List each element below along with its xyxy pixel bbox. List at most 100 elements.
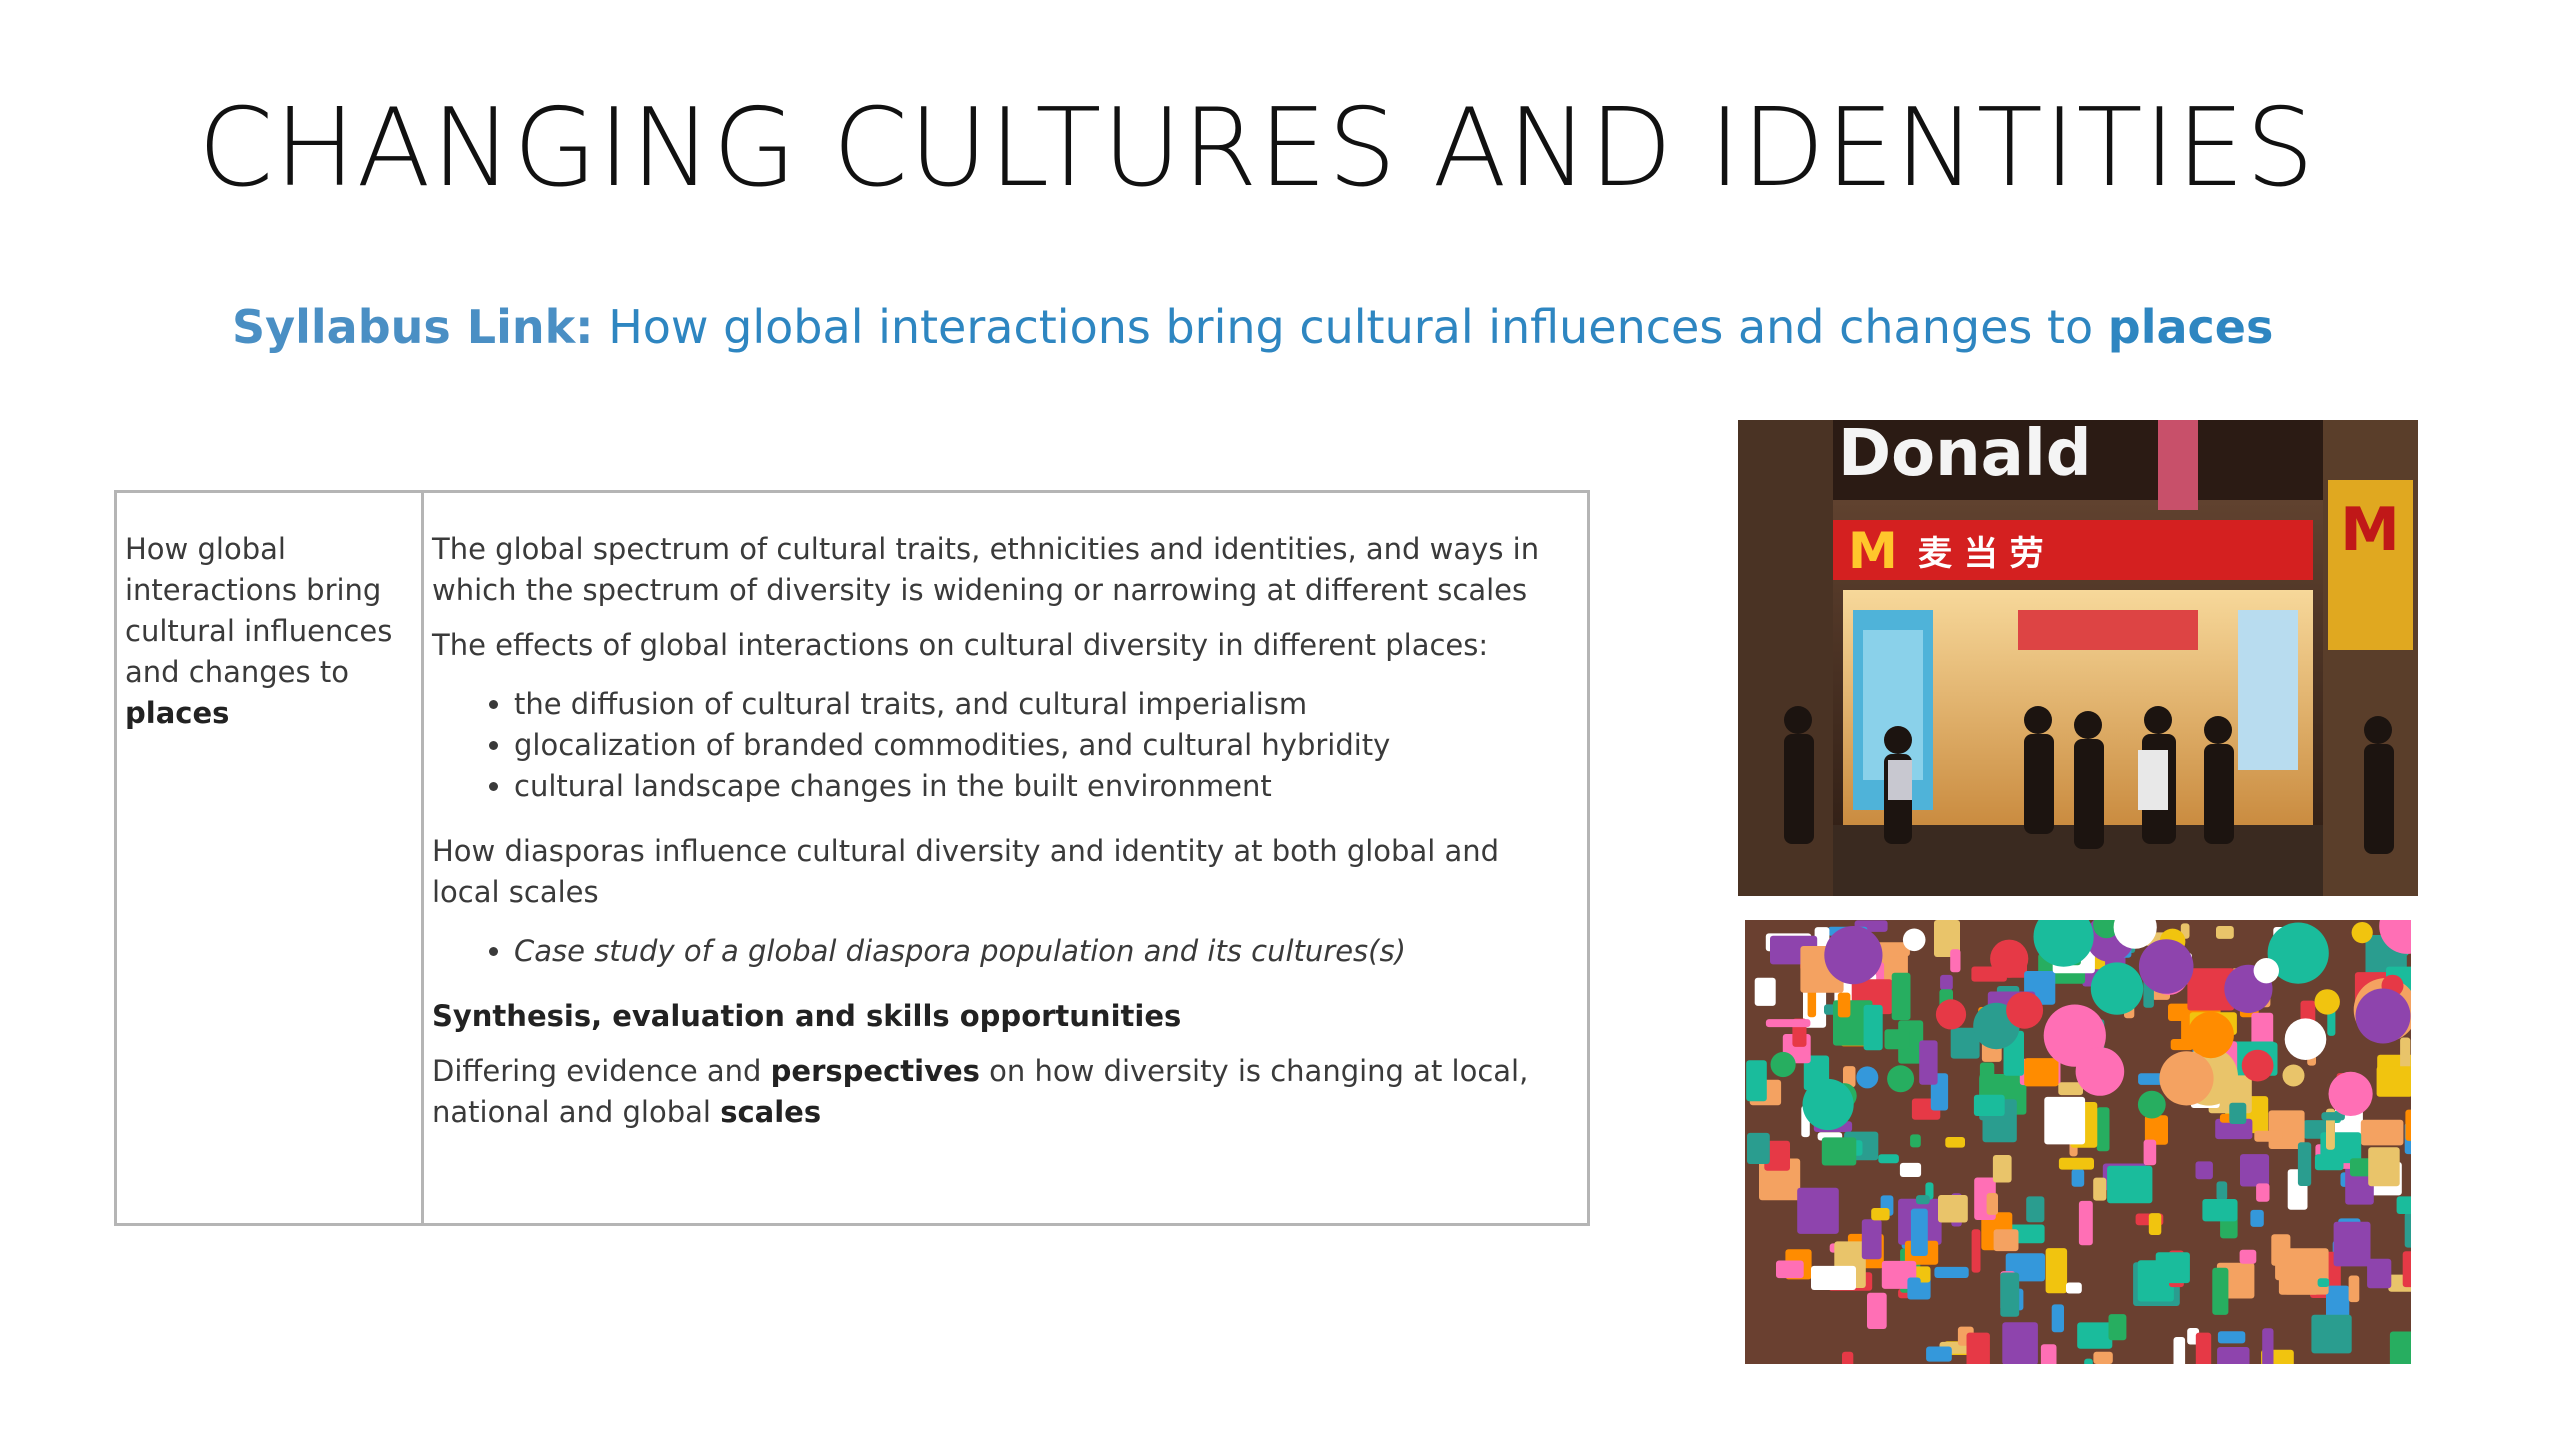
market-texture-patch xyxy=(1986,1193,1998,1215)
market-texture-patch xyxy=(1837,992,1851,1018)
market-texture-patch xyxy=(2217,1347,2250,1364)
bullet-list: Case study of a global diaspora populati… xyxy=(432,931,1557,972)
market-texture-patch xyxy=(1916,1195,1930,1205)
hanging-bag xyxy=(2138,939,2194,994)
hanging-bag xyxy=(1770,1051,1796,1078)
hanging-bag xyxy=(2006,991,2044,1029)
hanging-bag xyxy=(2241,1049,2274,1082)
hanging-bag xyxy=(2159,1051,2214,1106)
chinese-sign-text: 麦 当 劳 xyxy=(1918,534,2044,574)
hanging-bag xyxy=(2284,1018,2327,1060)
market-texture-patch xyxy=(2155,1252,2190,1284)
market-texture-patch xyxy=(2148,1213,2162,1235)
list-item: Case study of a global diaspora populati… xyxy=(514,931,1557,972)
market-texture-patch xyxy=(1838,1253,1860,1263)
hanging-bag xyxy=(1902,928,1926,952)
market-texture-patch xyxy=(1754,977,1776,1006)
hanging-bag xyxy=(2351,922,2373,944)
market-texture-patch xyxy=(2262,1328,2274,1364)
market-texture-patch xyxy=(2404,1212,2411,1248)
market-texture-patch xyxy=(1867,1292,1887,1329)
market-texture-patch xyxy=(1747,1132,1770,1164)
market-texture-patch xyxy=(2275,1246,2285,1281)
market-texture-patch xyxy=(2195,1332,2212,1364)
market-texture-patch xyxy=(2239,1249,2257,1264)
hanging-bag xyxy=(2328,1071,2373,1116)
hanging-bag xyxy=(2187,1011,2234,1059)
syllabus-table: How global interactions bring cultural i… xyxy=(114,490,1590,1226)
market-texture-patch xyxy=(1878,1154,1899,1164)
market-texture-patch xyxy=(1934,1266,1969,1278)
market-texture-patch xyxy=(1940,974,1953,991)
hanging-bag xyxy=(2090,962,2144,1015)
market-texture-patch xyxy=(2240,1154,2270,1187)
market-texture-patch xyxy=(2297,1142,2312,1186)
market-texture-patch xyxy=(2402,1251,2411,1288)
market-texture-patch xyxy=(2348,1275,2360,1303)
topic-line: interactions bring xyxy=(125,573,382,607)
market-texture-patch xyxy=(1910,1134,1921,1148)
market-texture-patch xyxy=(1945,1137,1965,1148)
market-texture-patch xyxy=(2333,1221,2371,1267)
market-texture-patch xyxy=(2317,1278,2330,1287)
section-heading: Synthesis, evaluation and skills opportu… xyxy=(432,999,1182,1033)
market-texture-patch xyxy=(2045,1248,2068,1294)
market-texture-patch xyxy=(1950,949,1961,973)
market-texture-patch xyxy=(1971,1229,1981,1273)
market-texture-patch xyxy=(1919,1040,1938,1085)
market-texture-patch xyxy=(2107,1165,2153,1204)
svg-text:M: M xyxy=(2340,495,2400,565)
market-texture-patch xyxy=(2396,1196,2411,1214)
market-texture-patch xyxy=(2000,1272,2020,1317)
market-texture-patch xyxy=(1797,1187,1839,1234)
market-texture-patch xyxy=(2066,1282,2082,1294)
topic-line: How global xyxy=(125,532,286,566)
market-texture-patch xyxy=(2084,1358,2093,1364)
market-texture-patch xyxy=(2058,1157,2094,1170)
market-texture-patch xyxy=(2040,1344,2057,1364)
market-texture-patch xyxy=(1884,1029,1910,1050)
market-texture-patch xyxy=(1926,1346,1952,1362)
market-texture-patch xyxy=(2283,1248,2329,1295)
market-texture-patch xyxy=(2093,1351,2113,1364)
table-row: How global interactions bring cultural i… xyxy=(114,490,1590,1226)
text-run: Differing evidence and xyxy=(432,1054,771,1088)
market-texture-patch xyxy=(2026,1196,2045,1223)
mcdonalds-storefront-photo: M Donald M 麦 当 劳 xyxy=(1738,420,2418,896)
text-run-bold: perspectives xyxy=(770,1054,980,1088)
syllabus-link: Syllabus Link: How global interactions b… xyxy=(232,300,2273,354)
market-texture-patch xyxy=(2077,1322,2113,1349)
content-cell: The global spectrum of cultural traits, … xyxy=(421,490,1590,1226)
market-texture-patch xyxy=(1993,1229,2019,1252)
market-texture-patch xyxy=(1776,1260,1804,1279)
market-texture-patch xyxy=(1938,1195,1968,1223)
syllabus-text: How global interactions bring cultural i… xyxy=(593,300,2108,354)
market-texture-patch xyxy=(1863,1004,1883,1051)
market-texture-patch xyxy=(2314,1154,2344,1171)
market-texture-patch xyxy=(2195,1161,2213,1180)
market-texture-patch xyxy=(2212,1267,2229,1315)
market-texture-patch xyxy=(2405,1109,2411,1141)
market-texture-patch xyxy=(2051,1304,2064,1333)
market-texture-patch xyxy=(2078,1200,2093,1246)
market-texture-patch xyxy=(2173,1337,2186,1364)
market-texture-patch xyxy=(2311,1314,2352,1354)
hanging-bag xyxy=(1935,999,1967,1030)
hanging-bag xyxy=(1887,1065,1915,1093)
market-texture-patch xyxy=(2256,1183,2270,1202)
hanging-bag xyxy=(2314,989,2340,1015)
market-texture-patch xyxy=(1891,972,1911,1021)
m-logo-text: M xyxy=(1848,522,1898,580)
market-texture-patch xyxy=(1842,1351,1854,1364)
hanging-bag xyxy=(2282,1064,2305,1087)
market-texture-patch xyxy=(1765,1019,1811,1028)
hanging-bag xyxy=(1990,939,2029,978)
market-texture-patch xyxy=(1910,1208,1928,1256)
bullet-list: the diffusion of cultural traits, and cu… xyxy=(432,684,1557,807)
market-texture-patch xyxy=(2229,1102,2247,1124)
market-stall-photo xyxy=(1745,920,2411,1364)
market-texture-patch xyxy=(2044,1096,2086,1145)
topic-line: and changes to xyxy=(125,655,349,689)
market-texture-patch xyxy=(2071,1169,2085,1187)
market-texture-patch xyxy=(2002,1322,2038,1364)
